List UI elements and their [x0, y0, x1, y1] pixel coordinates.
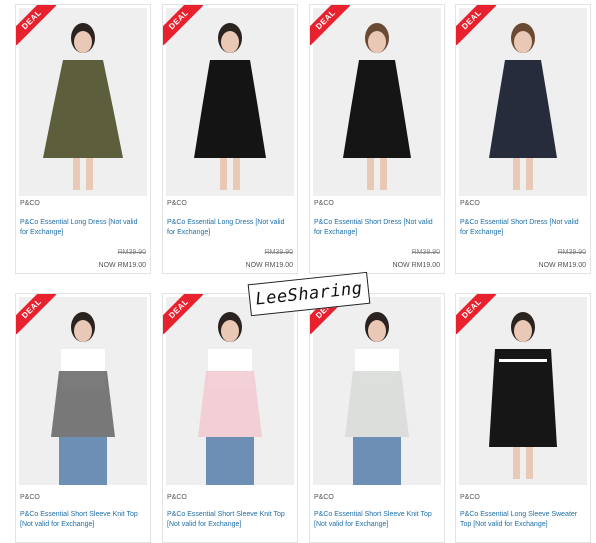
product-brand: P&CO: [20, 494, 40, 501]
deal-ribbon: DEAL: [456, 5, 496, 45]
product-name-link[interactable]: P&Co Essential Long Sleeve Sweater Top […: [460, 510, 586, 530]
deal-ribbon: DEAL: [16, 5, 56, 45]
product-card[interactable]: DEAL P&CO P&Co Essential Short Dress [No…: [455, 4, 591, 274]
product-name-link[interactable]: P&Co Essential Short Dress [Not valid fo…: [460, 218, 586, 238]
product-card[interactable]: DEAL P&CO P&Co Essential Short Dress [No…: [309, 4, 445, 274]
product-name-link[interactable]: P&Co Essential Short Sleeve Knit Top [No…: [20, 510, 146, 530]
product-card[interactable]: DEAL P&CO P&Co Essential Long Dress [Not…: [15, 4, 151, 274]
deal-ribbon: DEAL: [163, 5, 203, 45]
product-name-link[interactable]: P&Co Essential Long Dress [Not valid for…: [167, 218, 293, 238]
product-brand: P&CO: [460, 494, 480, 501]
original-price: RM39.90: [117, 249, 146, 256]
product-card[interactable]: DEAL P&CO P&Co Essential Short Sleeve Kn…: [15, 293, 151, 543]
original-price: RM39.90: [557, 249, 586, 256]
product-brand: P&CO: [314, 494, 334, 501]
product-brand: P&CO: [314, 200, 334, 207]
sale-price: NOW RM19.00: [245, 262, 293, 269]
product-card[interactable]: DEAL P&CO P&Co Essential Short Sleeve Kn…: [309, 293, 445, 543]
product-brand: P&CO: [20, 200, 40, 207]
sale-price: NOW RM19.00: [392, 262, 440, 269]
deal-ribbon: DEAL: [456, 294, 496, 334]
sale-price: NOW RM19.00: [538, 262, 586, 269]
product-brand: P&CO: [167, 494, 187, 501]
product-name-link[interactable]: P&Co Essential Short Dress [Not valid fo…: [314, 218, 440, 238]
deal-ribbon: DEAL: [16, 294, 56, 334]
product-brand: P&CO: [460, 200, 480, 207]
original-price: RM39.90: [264, 249, 293, 256]
product-brand: P&CO: [167, 200, 187, 207]
product-name-link[interactable]: P&Co Essential Long Dress [Not valid for…: [20, 218, 146, 238]
product-card[interactable]: DEAL P&CO P&Co Essential Short Sleeve Kn…: [162, 293, 298, 543]
original-price: RM39.90: [411, 249, 440, 256]
sale-price: NOW RM19.00: [98, 262, 146, 269]
product-card[interactable]: DEAL P&CO P&Co Essential Long Sleeve Swe…: [455, 293, 591, 543]
product-name-link[interactable]: P&Co Essential Short Sleeve Knit Top [No…: [167, 510, 293, 530]
deal-ribbon: DEAL: [163, 294, 203, 334]
product-card[interactable]: DEAL P&CO P&Co Essential Long Dress [Not…: [162, 4, 298, 274]
product-name-link[interactable]: P&Co Essential Short Sleeve Knit Top [No…: [314, 510, 440, 530]
deal-ribbon: DEAL: [310, 5, 350, 45]
